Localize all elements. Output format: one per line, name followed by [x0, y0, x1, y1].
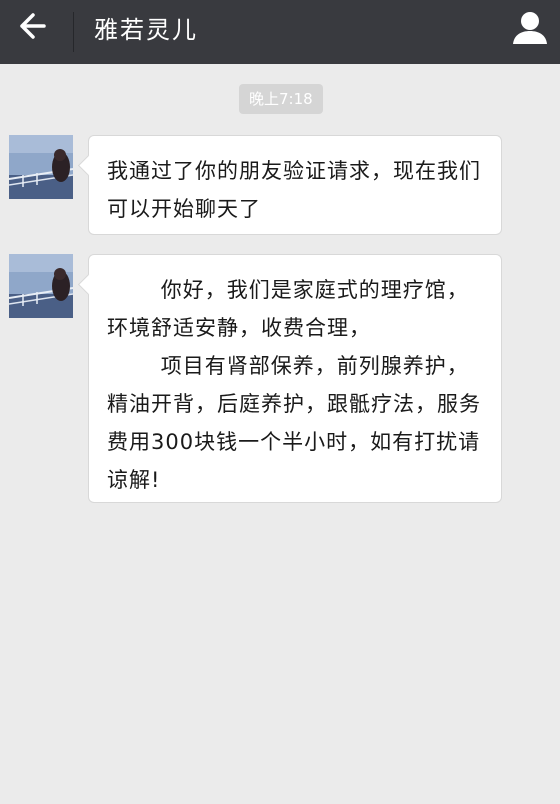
header-divider — [73, 12, 74, 52]
message-timestamp: 晚上7:18 — [239, 84, 323, 114]
back-arrow-icon — [20, 13, 46, 39]
top-bar: 雅若灵儿 — [0, 0, 560, 64]
message-bubble: 我通过了你的朋友验证请求，现在我们可以开始聊天了 — [88, 135, 502, 235]
back-button[interactable] — [14, 8, 60, 54]
person-icon — [513, 12, 547, 44]
contact-avatar[interactable] — [9, 135, 73, 199]
message-bubble: 你好，我们是家庭式的理疗馆，环境舒适安静，收费合理， 项目有肾部保养，前列腺养护… — [88, 254, 502, 503]
contact-avatar[interactable] — [9, 254, 73, 318]
chat-title: 雅若灵儿 — [94, 16, 198, 44]
chat-info-button[interactable] — [510, 8, 550, 48]
avatar-photo — [9, 254, 73, 318]
avatar-photo — [9, 135, 73, 199]
